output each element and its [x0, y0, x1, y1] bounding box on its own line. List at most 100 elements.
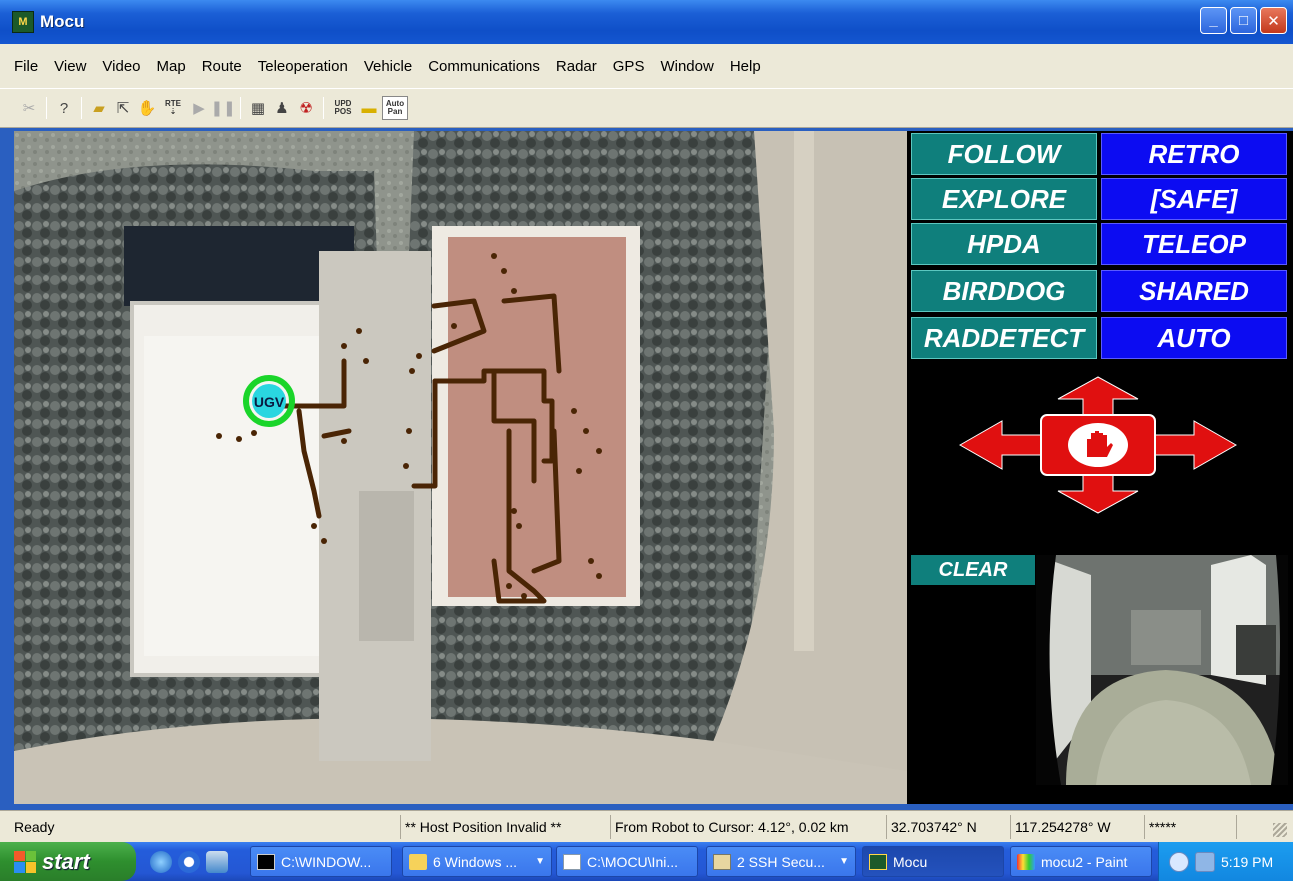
close-button[interactable]: ✕ — [1260, 7, 1287, 34]
toolbar-separator — [240, 97, 241, 119]
status-robot-cursor: From Robot to Cursor: 4.12°, 0.02 km — [610, 815, 886, 839]
arrow-up-icon[interactable] — [1057, 376, 1139, 420]
menu-file[interactable]: File — [6, 58, 46, 75]
menu-vehicle[interactable]: Vehicle — [356, 58, 420, 75]
chevron-down-icon: ▼ — [839, 856, 849, 867]
status-latitude: 32.703742° N — [886, 815, 1010, 839]
resize-grip-icon[interactable] — [1273, 823, 1287, 837]
quicklaunch-app-icon[interactable] — [206, 851, 228, 873]
network-icon[interactable] — [1195, 851, 1215, 872]
mode-retro-button[interactable]: RETRO — [1101, 133, 1287, 175]
status-host-position: ** Host Position Invalid ** — [400, 815, 610, 839]
start-button[interactable]: start — [0, 842, 136, 881]
status-longitude: 117.254278° W — [1010, 815, 1144, 839]
pos-label: POS — [334, 107, 352, 116]
tray-expand-icon[interactable] — [1169, 851, 1189, 872]
auto-pan-icon[interactable]: Auto Pan — [382, 96, 408, 120]
task-mocu-ini[interactable]: C:\MOCU\Ini... — [556, 846, 698, 877]
system-tray: 5:19 PM — [1158, 842, 1293, 881]
toolbar-separator — [81, 97, 82, 119]
paint-icon — [1017, 853, 1035, 870]
task-label: 2 SSH Secu... — [737, 853, 825, 870]
taskbar: start C:\WINDOW... 6 Windows ... ▼ C:\MO… — [0, 842, 1293, 881]
status-extra — [1236, 815, 1272, 839]
menu-help[interactable]: Help — [722, 58, 769, 75]
aerial-map[interactable]: UGV — [14, 131, 907, 804]
folder-icon — [409, 853, 427, 870]
cut-icon[interactable]: ✂ — [18, 96, 40, 120]
task-label: C:\WINDOW... — [281, 853, 372, 870]
status-bar: Ready ** Host Position Invalid ** From R… — [0, 810, 1293, 842]
arrow-down-icon[interactable] — [1057, 470, 1139, 514]
toolbar-separator — [323, 97, 324, 119]
menu-communications[interactable]: Communications — [420, 58, 548, 75]
open-folder-icon[interactable]: ▰ — [88, 96, 110, 120]
update-position-icon[interactable]: UPD POS — [330, 96, 356, 120]
start-label: start — [42, 848, 90, 874]
mode-teleop-button[interactable]: TELEOP — [1101, 223, 1287, 265]
camera-feed — [1036, 555, 1288, 785]
ssh-icon — [713, 853, 731, 870]
menu-window[interactable]: Window — [652, 58, 721, 75]
pause-icon[interactable]: ❚❚ — [210, 96, 235, 120]
ruler-icon[interactable]: ▬ — [358, 96, 380, 120]
task-mocu[interactable]: Mocu — [862, 846, 1004, 877]
mode-hpda-button[interactable]: HPDA — [911, 223, 1097, 265]
hand-icon[interactable]: ✋ — [136, 96, 158, 120]
task-label: C:\MOCU\Ini... — [587, 853, 679, 870]
mode-auto-button[interactable]: AUTO — [1101, 317, 1287, 359]
pan-label: Pan — [387, 107, 403, 116]
mode-follow-button[interactable]: FOLLOW — [911, 133, 1097, 175]
toolbar: ✂ ? ▰ ⇱ ✋ RTE ⇣ ▶ ❚❚ ▦ ♟ ☢ UPD POS ▬ Auto P… — [0, 88, 1293, 128]
internet-explorer-icon[interactable] — [150, 851, 172, 873]
mode-explore-button[interactable]: EXPLORE — [911, 178, 1097, 220]
play-icon[interactable]: ▶ — [188, 96, 210, 120]
direction-pad[interactable] — [957, 375, 1239, 515]
task-label: mocu2 - Paint — [1041, 853, 1128, 870]
help-icon[interactable]: ? — [53, 96, 75, 120]
status-ready: Ready — [14, 819, 55, 835]
chevron-down-icon: ▼ — [535, 856, 545, 867]
menu-map[interactable]: Map — [149, 58, 194, 75]
menu-gps[interactable]: GPS — [605, 58, 653, 75]
task-label: Mocu — [893, 853, 928, 870]
task-label: 6 Windows ... — [433, 853, 518, 870]
menu-video[interactable]: Video — [94, 58, 148, 75]
vehicle-icon[interactable]: ▦ — [247, 96, 269, 120]
select-icon[interactable]: ⇱ — [112, 96, 134, 120]
mocu-icon — [869, 853, 887, 870]
menu-teleoperation[interactable]: Teleoperation — [250, 58, 356, 75]
console-icon — [257, 853, 275, 870]
window-title: Mocu — [40, 12, 85, 31]
mode-raddetect-button[interactable]: RADDETECT — [911, 317, 1097, 359]
menu-view[interactable]: View — [46, 58, 94, 75]
mode-birddog-button[interactable]: BIRDDOG — [911, 270, 1097, 312]
media-player-icon[interactable] — [178, 851, 200, 873]
task-ssh[interactable]: 2 SSH Secu... ▼ — [706, 846, 856, 877]
arrow-right-icon[interactable] — [1150, 420, 1238, 470]
minimize-button[interactable]: _ — [1200, 7, 1227, 34]
robot-icon[interactable]: ♟ — [271, 96, 293, 120]
map-view[interactable]: UGV — [14, 131, 907, 804]
mode-shared-button[interactable]: SHARED — [1101, 270, 1287, 312]
task-paint[interactable]: mocu2 - Paint — [1010, 846, 1152, 877]
route-icon[interactable]: RTE ⇣ — [160, 96, 186, 120]
arrow-left-icon[interactable] — [958, 420, 1046, 470]
title-bar: M Mocu _ □ ✕ — [0, 0, 1293, 44]
clear-button[interactable]: CLEAR — [911, 555, 1035, 585]
stop-hand-icon[interactable] — [1040, 414, 1156, 476]
maximize-button[interactable]: □ — [1230, 7, 1257, 34]
mode-safe-button[interactable]: [SAFE] — [1101, 178, 1287, 220]
menu-route[interactable]: Route — [194, 58, 250, 75]
ugv-label: UGV — [254, 394, 285, 410]
menu-bar: File View Video Map Route Teleoperation … — [0, 44, 1293, 88]
control-panel: FOLLOW RETRO EXPLORE [SAFE] HPDA TELEOP … — [907, 131, 1293, 804]
task-cmd[interactable]: C:\WINDOW... — [250, 846, 392, 877]
ugv-marker[interactable]: UGV — [243, 375, 295, 427]
status-signal: ***** — [1144, 815, 1236, 839]
menu-radar[interactable]: Radar — [548, 58, 605, 75]
windows-logo-icon — [14, 850, 36, 873]
radiation-icon[interactable]: ☢ — [295, 96, 317, 120]
task-windows-explorer[interactable]: 6 Windows ... ▼ — [402, 846, 552, 877]
clock: 5:19 PM — [1221, 853, 1274, 870]
